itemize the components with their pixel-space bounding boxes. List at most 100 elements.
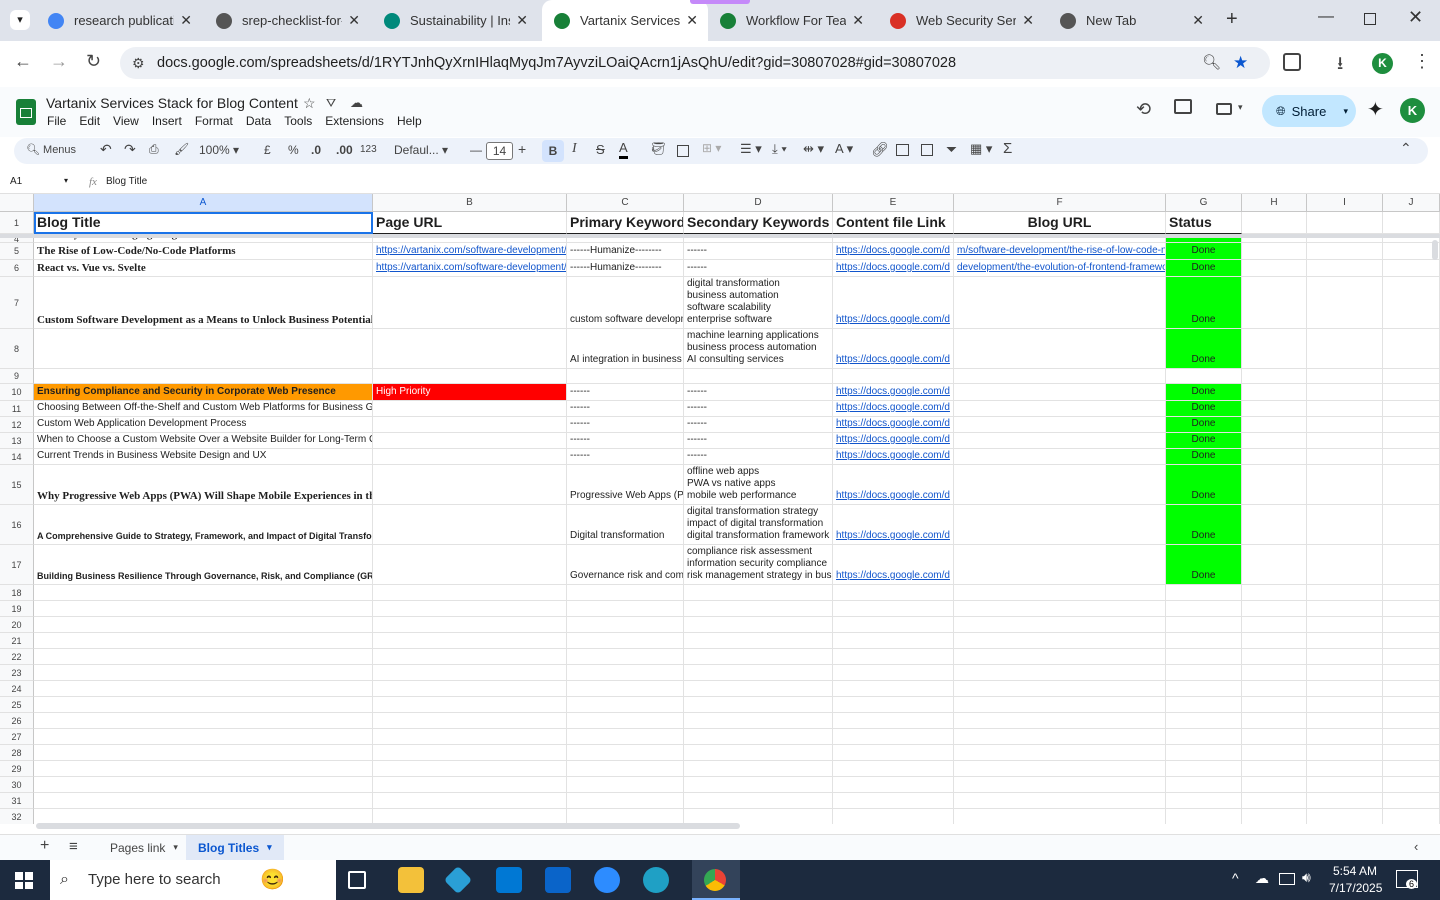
edge-icon[interactable] [643, 867, 669, 893]
row-header[interactable]: 22 [0, 649, 34, 665]
grid-cell[interactable] [1383, 277, 1440, 329]
grid-cell[interactable] [1307, 697, 1383, 713]
share-button[interactable]: 🌐︎ Share ▾ [1262, 95, 1356, 127]
grid-cell[interactable] [833, 617, 954, 633]
bookmark-star-icon[interactable]: ★ [1233, 47, 1248, 79]
grid-cell[interactable]: Progressive Web Apps (PW [567, 465, 684, 505]
browser-tab[interactable]: Workflow For Tean ✕ [708, 0, 874, 41]
browser-tab[interactable]: research publicatio ✕ [36, 0, 202, 41]
grid-cell[interactable] [833, 649, 954, 665]
grid-cell[interactable] [1242, 617, 1307, 633]
grid-cell[interactable] [34, 809, 373, 824]
comments-icon[interactable] [1174, 99, 1192, 114]
row-header[interactable]: 17 [0, 545, 34, 585]
grid-cell[interactable] [684, 369, 833, 384]
grid-cell[interactable] [1307, 329, 1383, 369]
grid-cell[interactable]: When to Choose a Custom Website Over a W… [34, 433, 373, 449]
grid-cell[interactable]: ------ [684, 260, 833, 277]
grid-cell[interactable] [954, 633, 1166, 649]
grid-cell[interactable]: Ensuring Compliance and Security in Corp… [34, 384, 373, 401]
grid-cell[interactable] [954, 277, 1166, 329]
grid-cell[interactable] [684, 617, 833, 633]
tab-close-icon[interactable]: ✕ [348, 12, 360, 29]
grid-cell[interactable] [567, 777, 684, 793]
grid-cell[interactable] [1383, 465, 1440, 505]
tab-close-icon[interactable]: ✕ [852, 12, 864, 29]
grid-cell[interactable] [684, 745, 833, 761]
status-badge[interactable]: Done [1166, 243, 1242, 260]
grid-cell[interactable] [373, 633, 567, 649]
text-wrap-icon[interactable]: ⇹ ▾ [803, 141, 824, 157]
grid-cell[interactable] [567, 649, 684, 665]
zoom-magnifier-icon[interactable]: 🔍︎ [1202, 47, 1221, 79]
grid-cell[interactable]: Building Business Resilience Through Gov… [34, 545, 373, 585]
doc-title[interactable]: Vartanix Services Stack for Blog Content [46, 95, 298, 111]
grid-cell[interactable]: Custom Web Application Development Proce… [34, 417, 373, 433]
grid-cell[interactable] [1383, 505, 1440, 545]
browser-menu-icon[interactable]: ⋮ [1413, 51, 1431, 72]
grid-cell[interactable] [1383, 545, 1440, 585]
grid-cell[interactable]: ------ [567, 433, 684, 449]
grid-cell[interactable]: https://docs.google.com/d [833, 449, 954, 465]
grid-cell[interactable] [684, 793, 833, 809]
header-cell[interactable]: Blog Title [34, 212, 373, 234]
grid-cell[interactable] [373, 729, 567, 745]
grid-cell[interactable]: ------ [684, 449, 833, 465]
undo-icon[interactable]: ↶ [100, 141, 112, 158]
tab-close-icon[interactable]: ✕ [686, 12, 698, 29]
grid-cell[interactable] [1383, 665, 1440, 681]
explore-chevron-icon[interactable]: ‹ [1414, 839, 1418, 854]
status-badge[interactable]: Done [1166, 505, 1242, 545]
menu-help[interactable]: Help [397, 114, 422, 128]
grid-cell[interactable] [833, 793, 954, 809]
name-box[interactable]: A1 ▾ [10, 176, 72, 187]
row-header[interactable]: 1 [0, 212, 34, 234]
grid-cell[interactable]: Custom Software Development as a Means t… [34, 277, 373, 329]
grid-cell[interactable] [1242, 449, 1307, 465]
grid-cell[interactable] [1166, 633, 1242, 649]
grid-cell[interactable] [34, 681, 373, 697]
grid-cell[interactable] [373, 617, 567, 633]
grid-cell[interactable] [567, 713, 684, 729]
grid-cell[interactable] [373, 713, 567, 729]
grid-cell[interactable] [954, 697, 1166, 713]
grid-cell[interactable] [1383, 729, 1440, 745]
menu-extensions[interactable]: Extensions [325, 114, 384, 128]
paint-format-icon[interactable]: 🖌︎ [174, 142, 189, 156]
move-folder-icon[interactable]: ⛛ [326, 96, 336, 111]
status-badge[interactable]: Done [1166, 277, 1242, 329]
grid-cell[interactable]: ------ [684, 401, 833, 417]
grid-cell[interactable] [833, 777, 954, 793]
grid-cell[interactable]: ------ [684, 433, 833, 449]
column-header-a[interactable]: A [34, 194, 373, 212]
emoji-widget-icon[interactable]: 😊 [260, 860, 285, 900]
status-badge[interactable]: Done [1166, 401, 1242, 417]
grid-cell[interactable] [567, 665, 684, 681]
grid-cell[interactable] [1242, 713, 1307, 729]
grid-cell[interactable] [1166, 601, 1242, 617]
decrease-decimal-button[interactable]: .0 [311, 143, 321, 157]
grid-cell[interactable] [373, 417, 567, 433]
grid-cell[interactable]: https://docs.google.com/d [833, 505, 954, 545]
browser-tab[interactable]: Vartanix Services S ✕ [542, 0, 708, 41]
grid-cell[interactable] [373, 745, 567, 761]
grid-cell[interactable]: ------Humanize-------- [567, 243, 684, 260]
grid-cell[interactable] [954, 809, 1166, 824]
grid-cell[interactable] [34, 745, 373, 761]
tab-close-icon[interactable]: ✕ [180, 12, 192, 29]
row-header[interactable]: 12 [0, 417, 34, 433]
menu-data[interactable]: Data [246, 114, 271, 128]
grid-cell[interactable] [1242, 401, 1307, 417]
grid-cell[interactable] [1307, 649, 1383, 665]
vertical-scrollbar[interactable] [1432, 240, 1438, 260]
grid-cell[interactable]: ------ [684, 417, 833, 433]
strikethrough-button[interactable]: S [596, 142, 605, 157]
reload-icon[interactable]: ↻ [86, 51, 101, 72]
grid-cell[interactable] [373, 433, 567, 449]
tab-close-icon[interactable]: ✕ [1192, 12, 1204, 29]
grid-cell[interactable] [1307, 433, 1383, 449]
volume-icon[interactable]: 🔊︎ [1302, 869, 1311, 886]
zoom-app-icon[interactable] [594, 867, 620, 893]
grid-cell[interactable]: https://vartanix.com/software-developmen… [373, 243, 567, 260]
grid-cell[interactable]: custom software developm [567, 277, 684, 329]
